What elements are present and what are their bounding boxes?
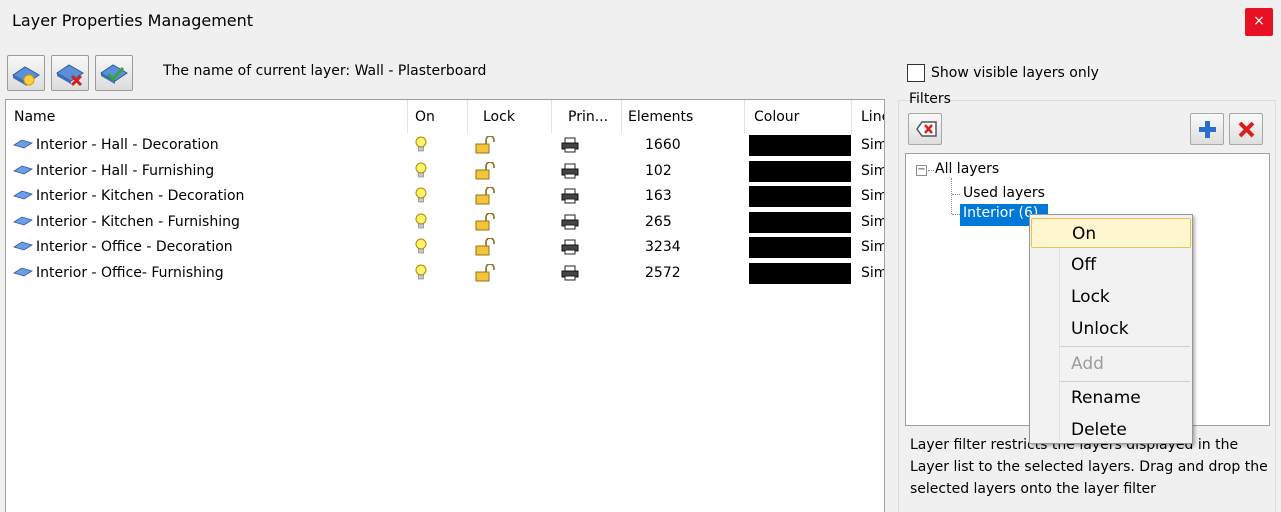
clear-filter-icon <box>916 121 937 137</box>
menu-item-lock[interactable]: Lock <box>1031 282 1191 312</box>
plus-icon <box>1199 121 1216 138</box>
menu-item-delete[interactable]: Delete <box>1031 415 1191 445</box>
layer-name: Interior - Hall - Decoration <box>36 137 219 153</box>
printer-icon[interactable] <box>560 239 580 255</box>
layer-colour-swatch[interactable] <box>749 135 851 156</box>
printer-icon[interactable] <box>560 137 580 153</box>
layer-colour-swatch[interactable] <box>749 262 851 284</box>
column-header-lock[interactable]: Lock <box>483 109 515 125</box>
layer-elements: 1660 <box>645 137 681 153</box>
column-header-print[interactable]: Prin... <box>568 109 608 125</box>
delete-layer-icon <box>56 64 84 87</box>
layer-name: Interior - Hall - Furnishing <box>36 162 215 179</box>
unlock-icon[interactable] <box>474 212 496 232</box>
layer-elements: 163 <box>645 188 672 204</box>
menu-separator <box>1060 346 1190 347</box>
layer-colour-swatch[interactable] <box>749 211 851 233</box>
table-row[interactable]: Interior - Hall - Decoration 1660 Sim <box>6 133 885 158</box>
menu-item-off[interactable]: Off <box>1031 250 1191 280</box>
printer-icon[interactable] <box>560 163 580 179</box>
unlock-icon[interactable] <box>474 136 496 155</box>
unlock-icon[interactable] <box>474 161 496 181</box>
column-header-on[interactable]: On <box>415 109 435 125</box>
layer-table[interactable]: Name On Lock Prin... Elements Colour Lin… <box>5 99 885 512</box>
new-layer-button[interactable] <box>7 55 45 91</box>
layer-elements: 102 <box>645 162 672 179</box>
context-menu: On Off Lock Unlock Add Rename Delete <box>1029 214 1193 444</box>
layer-icon <box>13 139 33 149</box>
delete-icon <box>1238 121 1255 138</box>
printer-icon[interactable] <box>560 188 580 204</box>
table-row[interactable]: Interior - Kitchen - Furnishing 265 Sim <box>6 210 885 235</box>
table-row[interactable]: Interior - Office- Furnishing 2572 Sim <box>6 261 885 286</box>
set-current-layer-icon <box>100 64 128 84</box>
lightbulb-icon[interactable] <box>414 213 428 231</box>
layer-linetype: Sim <box>861 213 885 230</box>
lightbulb-icon[interactable] <box>414 238 428 256</box>
column-header-elements[interactable]: Elements <box>628 109 693 125</box>
lightbulb-icon[interactable] <box>414 162 428 180</box>
show-visible-label[interactable]: Show visible layers only <box>931 65 1099 81</box>
menu-separator <box>1060 381 1190 382</box>
window-title: Layer Properties Management <box>12 11 254 30</box>
layer-elements: 3234 <box>645 239 681 255</box>
clear-filter-button[interactable] <box>908 113 942 145</box>
layer-icon <box>13 267 33 276</box>
current-layer-text: The name of current layer: Wall - Plaste… <box>163 63 487 79</box>
lightbulb-icon[interactable] <box>414 136 428 154</box>
show-visible-checkbox[interactable] <box>907 64 925 82</box>
layer-name: Interior - Kitchen - Decoration <box>36 188 245 204</box>
layer-linetype: Sim <box>861 137 885 153</box>
unlock-icon[interactable] <box>474 263 496 283</box>
menu-item-unlock[interactable]: Unlock <box>1031 314 1191 344</box>
add-filter-button[interactable] <box>1190 113 1224 145</box>
table-row[interactable]: Interior - Office - Decoration 3234 Sim <box>6 235 885 260</box>
column-header-name[interactable]: Name <box>14 109 55 125</box>
tree-item-all-layers[interactable]: All layers <box>935 161 999 177</box>
layer-colour-swatch[interactable] <box>749 186 851 207</box>
column-header-colour[interactable]: Colour <box>754 109 799 125</box>
unlock-icon[interactable] <box>474 238 496 257</box>
unlock-icon[interactable] <box>474 187 496 206</box>
set-current-layer-button[interactable] <box>95 55 133 91</box>
layer-name: Interior - Office- Furnishing <box>36 264 224 281</box>
tree-item-used-layers[interactable]: Used layers <box>963 185 1045 201</box>
filters-label: Filters <box>909 91 951 107</box>
layer-linetype: Sim <box>861 239 885 255</box>
table-row[interactable]: Interior - Kitchen - Decoration 163 Sim <box>6 184 885 209</box>
printer-icon[interactable] <box>560 265 580 281</box>
layer-icon <box>13 165 33 174</box>
layer-icon <box>13 190 33 200</box>
layer-colour-swatch[interactable] <box>749 160 851 182</box>
layer-linetype: Sim <box>861 162 885 179</box>
delete-filter-button[interactable] <box>1229 113 1263 145</box>
table-row[interactable]: Interior - Hall - Furnishing 102 Sim <box>6 159 885 184</box>
menu-item-on[interactable]: On <box>1031 218 1191 248</box>
collapse-icon[interactable]: − <box>916 165 927 176</box>
printer-icon[interactable] <box>560 214 580 230</box>
lightbulb-icon[interactable] <box>414 264 428 282</box>
menu-item-rename[interactable]: Rename <box>1031 383 1191 413</box>
close-button[interactable]: × <box>1245 8 1273 36</box>
layer-linetype: Sim <box>861 188 885 204</box>
layer-elements: 2572 <box>645 264 681 281</box>
delete-layer-button[interactable] <box>51 55 89 91</box>
layer-icon <box>13 216 33 225</box>
layer-elements: 265 <box>645 213 672 230</box>
lightbulb-icon[interactable] <box>414 187 428 205</box>
layer-name: Interior - Office - Decoration <box>36 239 233 255</box>
layer-name: Interior - Kitchen - Furnishing <box>36 213 240 230</box>
layer-linetype: Sim <box>861 264 885 281</box>
layer-colour-swatch[interactable] <box>749 237 851 258</box>
menu-item-add[interactable]: Add <box>1031 349 1191 379</box>
new-layer-icon <box>12 66 40 86</box>
layer-icon <box>13 241 33 251</box>
column-header-linetype[interactable]: Line <box>861 109 884 125</box>
